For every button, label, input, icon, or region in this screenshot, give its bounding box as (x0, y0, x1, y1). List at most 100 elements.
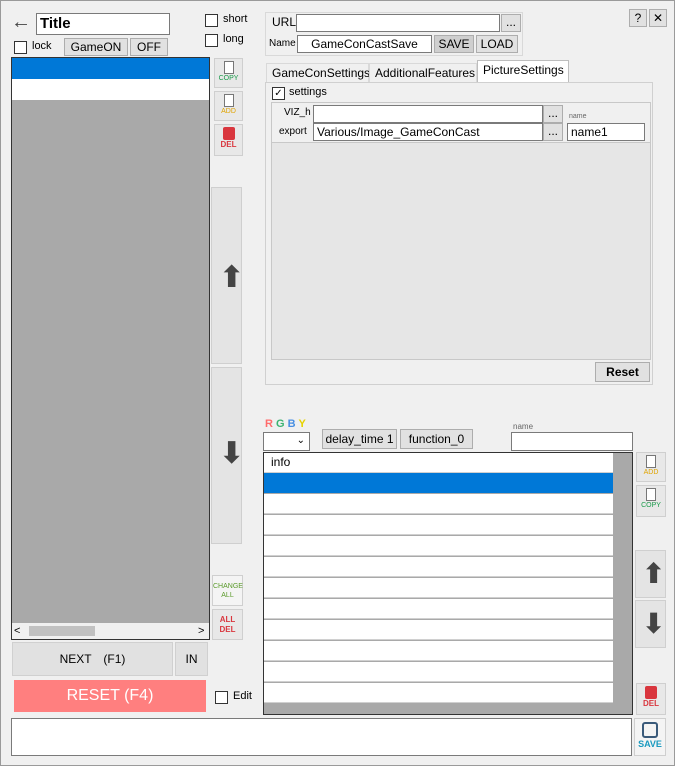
delete-label: DEL (220, 140, 237, 149)
tab-gameconsettings[interactable]: GameConSettings (266, 63, 370, 83)
title-input[interactable]: Title (36, 13, 170, 35)
save-button[interactable]: SAVE (434, 35, 474, 53)
long-label: long (223, 33, 244, 45)
copy-label: COPY (218, 75, 239, 82)
horizontal-scrollbar[interactable]: < > (12, 623, 209, 639)
gameon-button[interactable]: GameON (64, 38, 128, 56)
picture-settings-panel: ✓ settings VIZ_h ... name export Various… (265, 82, 653, 385)
url-label: URL (272, 15, 297, 29)
info-row[interactable] (264, 662, 613, 682)
info-add-button[interactable]: ADD (636, 452, 666, 482)
edit-checkbox[interactable] (215, 691, 228, 704)
arrow-up-icon: ⬆ (642, 558, 666, 589)
settings-label: settings (289, 86, 327, 98)
list-item-selected[interactable] (12, 58, 209, 79)
all-delete-button[interactable]: ALL DEL (212, 609, 243, 640)
add-icon (646, 455, 656, 468)
all-delete-icon: ALL DEL (219, 615, 236, 634)
bottom-save-button[interactable]: SAVE (634, 718, 666, 756)
export-browse-button[interactable]: ... (543, 123, 563, 141)
tab-bar: GameConSettings AdditionalFeatures Pictu… (266, 60, 653, 83)
info-row-selected[interactable] (264, 473, 613, 493)
r-letter: R (265, 418, 273, 430)
list-item[interactable] (12, 79, 209, 100)
share-icon (642, 722, 658, 738)
in-button[interactable]: IN (175, 642, 208, 676)
arrow-down-icon: ⬇ (219, 437, 245, 470)
info-row[interactable] (264, 494, 613, 514)
name-hint: name (569, 113, 587, 120)
back-arrow-icon[interactable]: ← (11, 12, 33, 34)
add-icon (223, 94, 234, 107)
bottom-save-label: SAVE (638, 739, 662, 749)
viz-input[interactable] (313, 105, 543, 123)
scroll-right-icon[interactable]: > (198, 623, 204, 639)
change-all-button[interactable]: CHANGE ALL (212, 575, 243, 606)
short-label: short (223, 13, 248, 25)
info-copy-button[interactable]: COPY (636, 485, 666, 517)
info-move-up-button[interactable]: ⬆ (635, 550, 666, 598)
trash-icon (645, 686, 657, 699)
name-label: Name (269, 38, 296, 49)
color-select[interactable]: ⌄ (263, 432, 310, 451)
info-row[interactable] (264, 578, 613, 598)
viz-browse-button[interactable]: ... (543, 105, 563, 123)
scroll-left-icon[interactable]: < (14, 623, 20, 639)
arrow-down-icon: ⬇ (642, 608, 666, 639)
info-add-label: ADD (643, 469, 659, 476)
trash-icon (222, 127, 235, 140)
copy-button[interactable]: COPY (214, 58, 243, 88)
scroll-thumb[interactable] (29, 626, 95, 636)
info-delete-button[interactable]: DEL (636, 683, 666, 715)
export-label: export (279, 126, 307, 137)
info-row[interactable] (264, 599, 613, 619)
next-button[interactable]: NEXT (F1) (12, 642, 173, 676)
info-row[interactable] (264, 515, 613, 535)
function-button[interactable]: function_0 (400, 429, 473, 449)
url-browse-button[interactable]: ... (501, 14, 521, 32)
info-row[interactable] (264, 641, 613, 661)
tab-picturesettings[interactable]: PictureSettings (477, 60, 569, 83)
info-row[interactable] (264, 683, 613, 703)
off-button[interactable]: OFF (130, 38, 168, 56)
delay-time-button[interactable]: delay_time 1 (322, 429, 397, 449)
y-letter: Y (298, 418, 306, 430)
reset-f4-button[interactable]: RESET (F4) (14, 680, 206, 712)
change-all-icon: CHANGE ALL (213, 583, 243, 599)
close-button[interactable]: ✕ (649, 9, 667, 27)
url-input[interactable] (296, 14, 500, 32)
lock-label: lock (32, 40, 52, 52)
long-checkbox[interactable] (205, 34, 218, 47)
help-button[interactable]: ? (629, 9, 647, 27)
rgby-label: R G B Y (265, 418, 306, 430)
copy-icon (223, 61, 234, 74)
info-row[interactable] (264, 620, 613, 640)
lock-checkbox[interactable] (14, 41, 27, 54)
info-row[interactable] (264, 557, 613, 577)
export-name-input[interactable]: name1 (567, 123, 645, 141)
info-header-label: info (271, 455, 291, 469)
b-letter: B (287, 418, 296, 430)
function-name-hint: name (513, 422, 534, 431)
g-letter: G (276, 418, 285, 430)
move-up-button[interactable]: ⬆ (211, 187, 244, 364)
bottom-text-input[interactable] (11, 718, 632, 756)
export-input[interactable]: Various/Image_GameConCast (313, 123, 543, 141)
reset-button[interactable]: Reset (595, 362, 650, 382)
info-copy-label: COPY (641, 502, 661, 509)
short-checkbox[interactable] (205, 14, 218, 27)
info-move-down-button[interactable]: ⬇ (635, 600, 666, 648)
info-list[interactable]: info (263, 452, 633, 715)
load-button[interactable]: LOAD (476, 35, 518, 53)
settings-checkbox[interactable]: ✓ (272, 87, 285, 100)
item-list[interactable]: < > (11, 57, 210, 640)
viz-label: VIZ_h (284, 107, 311, 118)
add-button[interactable]: ADD (214, 91, 243, 121)
info-row[interactable] (264, 536, 613, 556)
delete-button[interactable]: DEL (214, 124, 243, 156)
name-input[interactable]: GameConCastSave (297, 35, 432, 53)
chevron-down-icon: ⌄ (296, 435, 305, 446)
tab-additionalfeatures[interactable]: AdditionalFeatures (369, 63, 477, 83)
move-down-button[interactable]: ⬇ (211, 367, 245, 544)
function-name-input[interactable] (511, 432, 633, 451)
